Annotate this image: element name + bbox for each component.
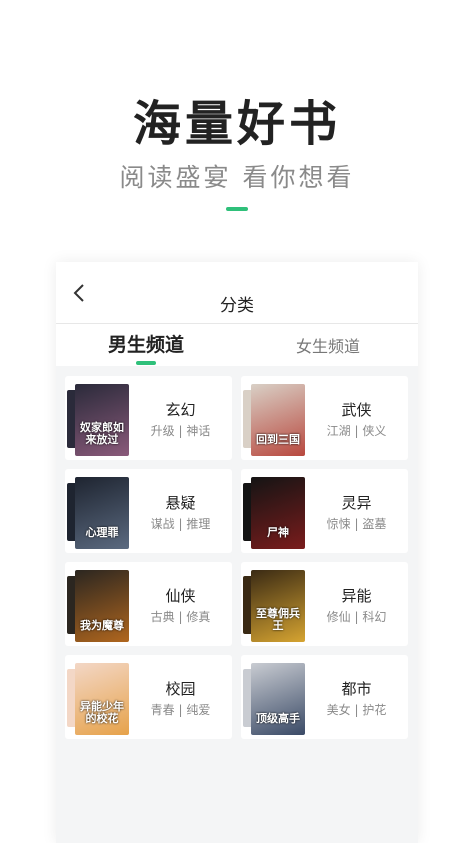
category-card[interactable]: 尸神 灵异惊悚 | 盗墓: [241, 469, 408, 553]
book-cover-title: 心理罪: [85, 526, 119, 539]
promo-divider: [226, 207, 248, 211]
active-tab-indicator: [136, 361, 156, 365]
book-cover-title: 回到三国: [256, 433, 300, 446]
category-card[interactable]: 我为魔尊 仙侠古典 | 修真: [65, 562, 232, 646]
book-cover-title: 顶级高手: [256, 712, 300, 725]
category-tags: 修仙 | 科幻: [326, 610, 387, 624]
category-tags: 古典 | 修真: [150, 610, 211, 624]
category-card[interactable]: 回到三国 武侠江湖 | 侠义: [241, 376, 408, 460]
tab-male-channel[interactable]: 男生频道: [108, 330, 184, 357]
category-card[interactable]: 至尊佣兵王 异能修仙 | 科幻: [241, 562, 408, 646]
promo-subtitle: 阅读盛宴 看你想看: [119, 163, 355, 192]
category-tags: 青春 | 纯爱: [150, 703, 211, 717]
category-card[interactable]: 心理罪 悬疑谋战 | 推理: [65, 469, 232, 553]
book-cover-title: 至尊佣兵王: [256, 607, 300, 632]
book-cover-image: 我为魔尊: [75, 570, 129, 642]
category-card[interactable]: 奴家郎如来放过 玄幻升级 | 神话: [65, 376, 232, 460]
book-cover-title: 异能少年的校花: [80, 700, 124, 725]
book-cover-title: 尸神: [267, 526, 289, 539]
book-cover-image: 尸神: [251, 477, 305, 549]
category-name: 灵异: [341, 494, 372, 512]
category-name: 校园: [165, 680, 196, 698]
app-screen: 分类 男生频道 女生频道 奴家郎如来放过 玄幻 升级 | 神话 回到三国 武侠 江湖 | …: [56, 262, 418, 843]
book-cover-title: 奴家郎如来放过: [80, 421, 124, 446]
book-cover-image: 顶级高手: [251, 663, 305, 735]
category-name: 悬疑: [165, 494, 196, 512]
book-cover-image: 回到三国: [251, 384, 305, 456]
book-cover-image: 奴家郎如来放过: [75, 384, 129, 456]
category-name: 仙侠: [165, 587, 196, 605]
category-card[interactable]: 顶级高手 都市美女 | 护花: [241, 655, 408, 739]
page-title: 分类: [220, 296, 254, 316]
book-cover-title: 我为魔尊: [80, 619, 124, 632]
category-tags: 谋战 | 推理: [150, 517, 211, 531]
promo-title: 海量好书: [132, 96, 341, 152]
category-tags: 江湖 | 侠义: [326, 424, 387, 438]
category-tags: 美女 | 护花: [326, 703, 387, 717]
category-name: 都市: [341, 680, 372, 698]
book-cover-image: 至尊佣兵王: [251, 570, 305, 642]
channel-tabs: 男生频道 女生频道: [56, 324, 418, 366]
category-name: 玄幻: [165, 401, 196, 419]
tab-female-channel[interactable]: 女生频道: [296, 333, 360, 357]
category-name: 武侠: [341, 401, 372, 419]
book-cover-image: 心理罪: [75, 477, 129, 549]
category-tags: 惊悚 | 盗墓: [326, 517, 387, 531]
category-name: 异能: [341, 587, 372, 605]
category-tags: 升级 | 神话: [150, 424, 211, 438]
top-bar: 分类: [56, 262, 418, 324]
book-cover-image: 异能少年的校花: [75, 663, 129, 735]
category-card[interactable]: 异能少年的校花 校园青春 | 纯爱: [65, 655, 232, 739]
